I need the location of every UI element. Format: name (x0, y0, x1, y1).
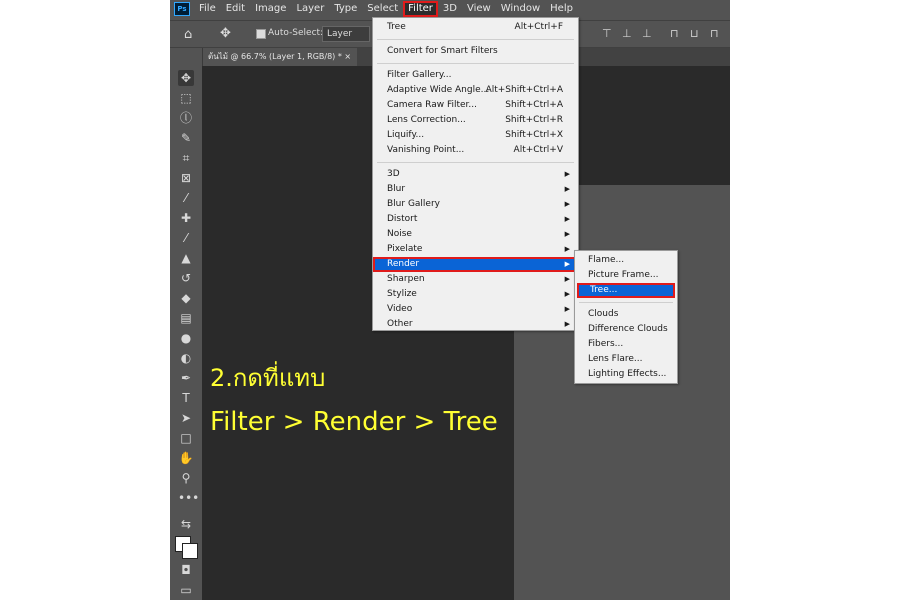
healing-brush-icon[interactable]: ✚ (178, 210, 194, 226)
submenu-3d[interactable]: 3D ▶ (373, 167, 578, 182)
clone-stamp-icon[interactable]: ▲ (178, 250, 194, 266)
gradient-icon[interactable]: ▤ (178, 310, 194, 326)
screen-mode-icon[interactable]: ▭ (178, 582, 194, 598)
submenu-arrow-icon: ▶ (564, 200, 570, 208)
distribute-center-icon[interactable]: ⊔ (690, 27, 699, 40)
rectangle-tool-icon[interactable]: □ (178, 430, 194, 446)
menu-item-tree[interactable]: Tree... (577, 283, 675, 298)
submenu-arrow-icon: ▶ (564, 170, 570, 178)
menu-bar: Ps File Edit Image Layer Type Select Fil… (170, 0, 730, 18)
auto-select-label: Auto-Select: (268, 28, 324, 38)
submenu-pixelate[interactable]: Pixelate ▶ (373, 242, 578, 257)
submenu-distort[interactable]: Distort ▶ (373, 212, 578, 227)
type-tool-icon[interactable]: T (178, 390, 194, 406)
instruction-path-text: Filter > Render > Tree (210, 407, 498, 437)
menu-select[interactable]: Select (362, 1, 403, 17)
menu-item-flame[interactable]: Flame... (575, 253, 677, 268)
menu-item-last-filter[interactable]: Tree Alt+Ctrl+F (373, 20, 578, 35)
more-tools-icon[interactable]: ••• (178, 490, 199, 506)
submenu-arrow-icon: ▶ (564, 275, 570, 283)
menu-item-lens-correction[interactable]: Lens Correction... Shift+Ctrl+R (373, 113, 578, 128)
menu-item-clouds[interactable]: Clouds (575, 307, 677, 322)
distribute-bottom-icon[interactable]: ⊓ (710, 27, 719, 40)
hand-icon[interactable]: ✋ (178, 450, 194, 466)
history-brush-icon[interactable]: ↺ (178, 270, 194, 286)
menu-item-lighting-effects[interactable]: Lighting Effects... (575, 367, 677, 382)
auto-select-target-dropdown[interactable]: Layer (322, 26, 370, 42)
zoom-icon[interactable]: ⚲ (178, 470, 194, 486)
eyedropper-icon[interactable]: ⁄ (178, 190, 194, 206)
menu-window[interactable]: Window (496, 1, 545, 17)
render-submenu: Flame... Picture Frame... Tree... Clouds… (574, 250, 678, 384)
quick-selection-icon[interactable]: ✎ (178, 130, 194, 146)
menu-item-difference-clouds[interactable]: Difference Clouds (575, 322, 677, 337)
tools-panel: ✥ ⬚ ⓛ ✎ ⌗ ⊠ ⁄ ✚ ⁄ ▲ ↺ ◆ ▤ ● ◐ ✒ T ➤ □ ✋ … (170, 48, 203, 600)
eraser-icon[interactable]: ◆ (178, 290, 194, 306)
submenu-blur[interactable]: Blur ▶ (373, 182, 578, 197)
submenu-arrow-icon: ▶ (564, 245, 570, 253)
align-top-icon[interactable]: ⊤ (602, 27, 612, 40)
auto-select-checkbox[interactable] (256, 29, 266, 39)
menu-view[interactable]: View (462, 1, 496, 17)
menu-item-lens-flare[interactable]: Lens Flare... (575, 352, 677, 367)
submenu-arrow-icon: ▶ (564, 305, 570, 313)
crop-icon[interactable]: ⌗ (178, 150, 194, 166)
distribute-icon[interactable]: ⊓ (670, 27, 679, 40)
menu-help[interactable]: Help (545, 1, 578, 17)
menu-3d[interactable]: 3D (438, 1, 462, 17)
submenu-arrow-icon: ▶ (564, 185, 570, 193)
dodge-icon[interactable]: ◐ (178, 350, 194, 366)
align-bottom-icon[interactable]: ⊥ (642, 27, 652, 40)
background-color-swatch[interactable] (182, 543, 198, 559)
path-selection-icon[interactable]: ➤ (178, 410, 194, 426)
menu-item-picture-frame[interactable]: Picture Frame... (575, 268, 677, 283)
menu-item-adaptive-wide-angle[interactable]: Adaptive Wide Angle... Alt+Shift+Ctrl+A (373, 83, 578, 98)
submenu-arrow-icon: ▶ (564, 215, 570, 223)
menu-edit[interactable]: Edit (221, 1, 250, 17)
rectangular-marquee-icon[interactable]: ⬚ (178, 90, 194, 106)
submenu-arrow-icon: ▶ (564, 290, 570, 298)
submenu-blur-gallery[interactable]: Blur Gallery ▶ (373, 197, 578, 212)
photoshop-logo-icon: Ps (174, 2, 190, 16)
submenu-video[interactable]: Video ▶ (373, 302, 578, 317)
submenu-arrow-icon: ▶ (564, 230, 570, 238)
menu-layer[interactable]: Layer (291, 1, 329, 17)
pen-icon[interactable]: ✒ (178, 370, 194, 386)
submenu-arrow-icon: ▶ (564, 260, 570, 268)
menu-item-fibers[interactable]: Fibers... (575, 337, 677, 352)
quick-mask-icon[interactable]: ◘ (178, 562, 194, 578)
submenu-stylize[interactable]: Stylize ▶ (373, 287, 578, 302)
submenu-arrow-icon: ▶ (564, 320, 570, 328)
submenu-render[interactable]: Render ▶ (373, 257, 578, 272)
menu-item-liquify[interactable]: Liquify... Shift+Ctrl+X (373, 128, 578, 143)
brush-icon[interactable]: ⁄ (178, 230, 194, 246)
instruction-step-text: 2.กดที่แทบ (210, 364, 326, 392)
submenu-sharpen[interactable]: Sharpen ▶ (373, 272, 578, 287)
menu-item-camera-raw[interactable]: Camera Raw Filter... Shift+Ctrl+A (373, 98, 578, 113)
lasso-icon[interactable]: ⓛ (178, 110, 194, 126)
move-tool-icon[interactable]: ✥ (178, 70, 194, 86)
align-vertical-center-icon[interactable]: ⊥ (622, 27, 632, 40)
close-tab-icon[interactable]: × (344, 52, 351, 61)
document-tab[interactable]: ต้นไม้ @ 66.7% (Layer 1, RGB/8) * × (202, 48, 358, 66)
filter-menu: Tree Alt+Ctrl+F Convert for Smart Filter… (372, 17, 579, 331)
menu-filter[interactable]: Filter (403, 1, 438, 17)
home-icon[interactable]: ⌂ (184, 27, 192, 42)
submenu-other[interactable]: Other ▶ (373, 317, 578, 332)
menu-item-vanishing-point[interactable]: Vanishing Point... Alt+Ctrl+V (373, 143, 578, 158)
menu-type[interactable]: Type (329, 1, 362, 17)
frame-icon[interactable]: ⊠ (178, 170, 194, 186)
menu-file[interactable]: File (194, 1, 221, 17)
move-tool-icon[interactable]: ✥ (220, 26, 231, 41)
document-tab-title: ต้นไม้ @ 66.7% (Layer 1, RGB/8) * (208, 52, 342, 61)
menu-item-filter-gallery[interactable]: Filter Gallery... (373, 68, 578, 83)
default-colors-icon[interactable]: ⇆ (178, 516, 194, 532)
menu-item-convert-smart-filters[interactable]: Convert for Smart Filters (373, 44, 578, 59)
submenu-noise[interactable]: Noise ▶ (373, 227, 578, 242)
blur-tool-icon[interactable]: ● (178, 330, 194, 346)
menu-image[interactable]: Image (250, 1, 291, 17)
